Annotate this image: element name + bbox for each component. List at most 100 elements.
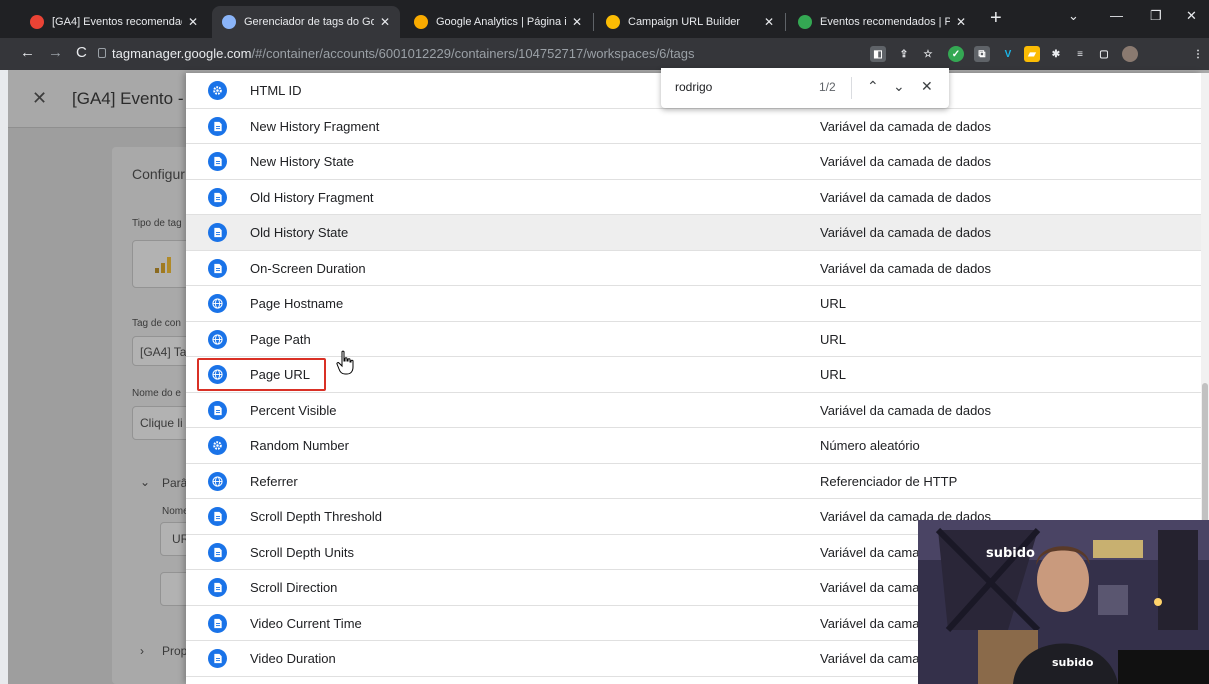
gear-icon [208,81,227,100]
browser-tab-4[interactable]: Campaign URL Builder ✕ [596,6,784,38]
tag-type-label: Tipo de tag [132,218,182,229]
tab-separator [785,13,786,31]
tab-close-icon[interactable]: ✕ [380,15,390,29]
browser-tab-label: Campaign URL Builder [628,16,741,28]
document-icon [208,578,227,597]
extension-dev-icon[interactable]: ⧉ [974,46,990,62]
campaign-icon [606,15,620,29]
browser-tab-strip: [GA4] Eventos recomendados✕Gerenciador d… [0,0,1209,38]
back-button[interactable]: ← [20,44,35,61]
restore-button[interactable]: ❐ [1150,8,1162,24]
variable-name: Video Current Time [250,615,362,631]
sign-logo-text: subido [986,546,1035,561]
extension-check-icon[interactable]: ✓ [948,46,964,62]
close-window-button[interactable]: ✕ [1186,8,1197,24]
share-icon[interactable]: ⇪ [896,46,912,62]
docs-icon [798,15,812,29]
document-icon [208,187,227,207]
variable-row[interactable]: Old History Fragment Variável da camada d… [186,179,1201,215]
tag-editor-title: [GA4] Evento - [72,89,184,108]
reading-list-icon[interactable]: ≡ [1072,46,1088,62]
tab-search-icon[interactable]: ⌄ [1068,8,1079,24]
close-tag-editor-icon[interactable]: ✕ [32,88,47,109]
variable-row[interactable]: New History Fragment Variável da camada d… [186,108,1201,144]
find-input[interactable]: rodrigo [675,80,712,94]
browser-tab-label: Google Analytics | Página inicial [436,16,566,28]
variable-type: Variável da cama [820,615,920,631]
tab-close-icon[interactable]: ✕ [764,15,774,29]
tag-manager-icon [222,15,236,29]
find-match-count: 1/2 [819,80,836,94]
variable-row[interactable]: Random Number Número aleatório [186,428,1201,464]
find-in-page-bar: rodrigo 1/2 ⌃ ⌄ ✕ [661,68,949,108]
profile-avatar[interactable] [1122,46,1138,62]
props-label: Prop [162,644,188,658]
find-next-button[interactable]: ⌄ [893,78,905,95]
list-scrollbar-thumb[interactable] [1202,383,1208,533]
document-icon [208,152,227,171]
variable-name: HTML ID [250,83,302,98]
browser-menu-icon[interactable]: ⋮ [1190,46,1206,62]
variable-name: Page Hostname [250,296,344,311]
document-icon [208,507,227,526]
variable-row[interactable]: Page Hostname URL [186,286,1201,322]
variable-name: New History State [250,154,355,169]
find-close-button[interactable]: ✕ [921,78,933,95]
forward-button[interactable]: → [48,44,63,61]
page-action-icon[interactable]: ◧ [870,46,886,62]
variable-type: Número aleatório [820,438,920,453]
config-heading: Configur [132,166,185,182]
new-tab-button[interactable]: + [990,8,1002,28]
google-icon [30,15,44,29]
side-panel-icon[interactable]: ▢ [1096,46,1112,62]
browser-tab-label: Eventos recomendados | Pr [820,16,950,28]
url-field[interactable]: tagmanager.google.com/#/container/accoun… [112,46,695,61]
props-chevron-icon[interactable]: › [140,644,144,658]
tag-config-value: [GA4] Ta [140,345,187,359]
params-chevron-icon[interactable]: ⌄ [140,475,150,489]
document-icon [208,400,227,420]
find-divider [851,77,852,99]
variable-row[interactable]: New History State Variável da camada de d… [186,144,1201,180]
document-icon [208,542,227,562]
browser-tab-1[interactable]: [GA4] Eventos recomendados ✕ [20,6,208,38]
variable-name: Scroll Depth Threshold [250,509,382,524]
tag-type-selector[interactable] [132,240,192,288]
bookmark-star-icon[interactable]: ☆ [920,46,936,62]
url-host: tagmanager.google.com [112,46,252,61]
variable-name: Referrer [250,473,298,489]
variable-type: Variável da camada de dados [820,225,992,240]
analytics-icon [414,15,428,29]
tab-close-icon[interactable]: ✕ [956,15,966,29]
reload-button[interactable]: C [76,44,87,61]
event-name-label: Nome do e [132,388,181,399]
tab-close-icon[interactable]: ✕ [572,15,582,29]
browser-tab-2[interactable]: Gerenciador de tags do Google ✕ [212,6,400,38]
browser-tab-3[interactable]: Google Analytics | Página inicial ✕ [404,6,592,38]
variable-row[interactable]: Old History State Variável da camada de d… [186,215,1201,251]
globe-icon [208,471,227,491]
minimize-button[interactable]: — [1110,8,1123,23]
variable-row[interactable]: On-Screen Duration Variável da camada de … [186,250,1201,286]
document-icon [208,613,227,633]
extensions-puzzle-icon[interactable]: ✱ [1048,46,1064,62]
variable-type: Variável da cama [820,580,920,595]
variable-name: Old History State [250,225,349,240]
browser-tab-5[interactable]: Eventos recomendados | Pr ✕ [788,6,976,38]
browser-tab-label: Gerenciador de tags do Google [244,16,374,28]
variable-row[interactable]: Referrer Referenciador de HTTP [186,463,1201,499]
extension-tag-icon[interactable]: ▰ [1024,46,1040,62]
variable-type: URL [820,296,847,311]
gear-icon [208,436,227,455]
param-name-label: Nome [162,506,189,517]
globe-icon [208,294,227,313]
vimeo-icon[interactable]: V [1000,46,1016,62]
tab-close-icon[interactable]: ✕ [188,15,198,29]
url-path: /#/container/accounts/6001012229/contain… [251,46,695,61]
variable-type: Variável da camada de dados [820,402,992,418]
hand-cursor-icon [336,350,354,375]
browser-tab-label: [GA4] Eventos recomendados [52,16,182,28]
variable-name: Page URL [250,367,310,382]
variable-row[interactable]: Percent Visible Variável da camada de dad… [186,392,1201,428]
find-previous-button[interactable]: ⌃ [867,78,879,95]
